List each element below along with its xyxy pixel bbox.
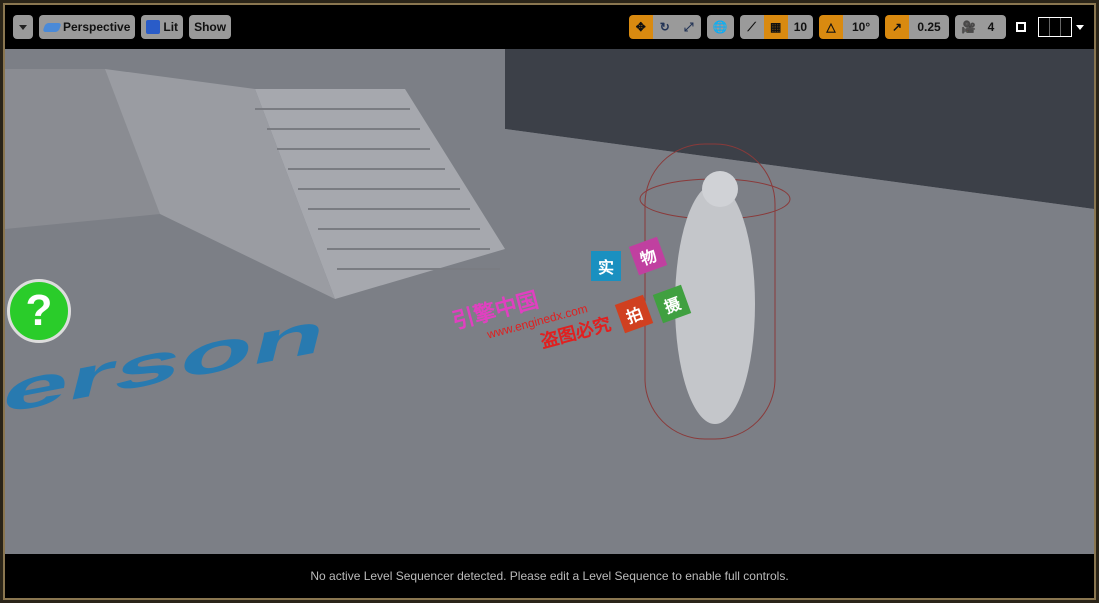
perspective-button[interactable]: Perspective: [39, 15, 136, 39]
world-space-icon[interactable]: 🌐: [706, 15, 734, 39]
cube-icon: [146, 20, 161, 34]
translate-icon[interactable]: ✥: [628, 15, 653, 39]
level-viewport[interactable]: erson ? 引擎中国 www.enginedx.com 盗图必究 实 物 拍…: [5, 49, 1094, 554]
grid-snap-icon[interactable]: ▦: [763, 15, 788, 39]
scale-snap-icon[interactable]: ↗: [885, 15, 910, 39]
chevron-down-icon: [19, 24, 27, 34]
maximize-icon[interactable]: [1016, 22, 1026, 32]
viewport-options-button[interactable]: [13, 15, 33, 39]
status-bar: No active Level Sequencer detected. Plea…: [5, 554, 1094, 598]
status-message: No active Level Sequencer detected. Plea…: [310, 569, 789, 583]
rotation-snap-value[interactable]: 10°: [843, 15, 880, 39]
rotate-icon[interactable]: ↻: [652, 15, 677, 39]
watermark-tile: 实: [591, 251, 621, 281]
help-icon[interactable]: ?: [7, 279, 71, 343]
layout-button[interactable]: [1038, 17, 1072, 37]
scale-snap-value[interactable]: 0.25: [909, 15, 950, 39]
rotation-snap-icon[interactable]: △: [819, 15, 844, 39]
camera-speed-icon[interactable]: 🎥: [955, 15, 982, 39]
scale-icon[interactable]: ⤢: [676, 15, 701, 39]
camera-icon: [42, 22, 62, 32]
viewport-window: Perspective Lit Show ✥ ↻ ⤢ 🌐 ⟋ ▦ 10 △ 10…: [3, 3, 1096, 600]
grid-snap-value[interactable]: 10: [787, 15, 814, 39]
layout-dropdown-icon[interactable]: [1076, 25, 1084, 34]
camera-speed-value[interactable]: 4: [982, 15, 1006, 39]
lit-button[interactable]: Lit: [141, 15, 184, 39]
viewport-toolbar: Perspective Lit Show ✥ ↻ ⤢ 🌐 ⟋ ▦ 10 △ 10…: [5, 5, 1094, 49]
transform-tools: ✥ ↻ ⤢: [628, 15, 701, 39]
show-button[interactable]: Show: [189, 15, 232, 39]
surface-snap-icon[interactable]: ⟋: [739, 15, 764, 39]
